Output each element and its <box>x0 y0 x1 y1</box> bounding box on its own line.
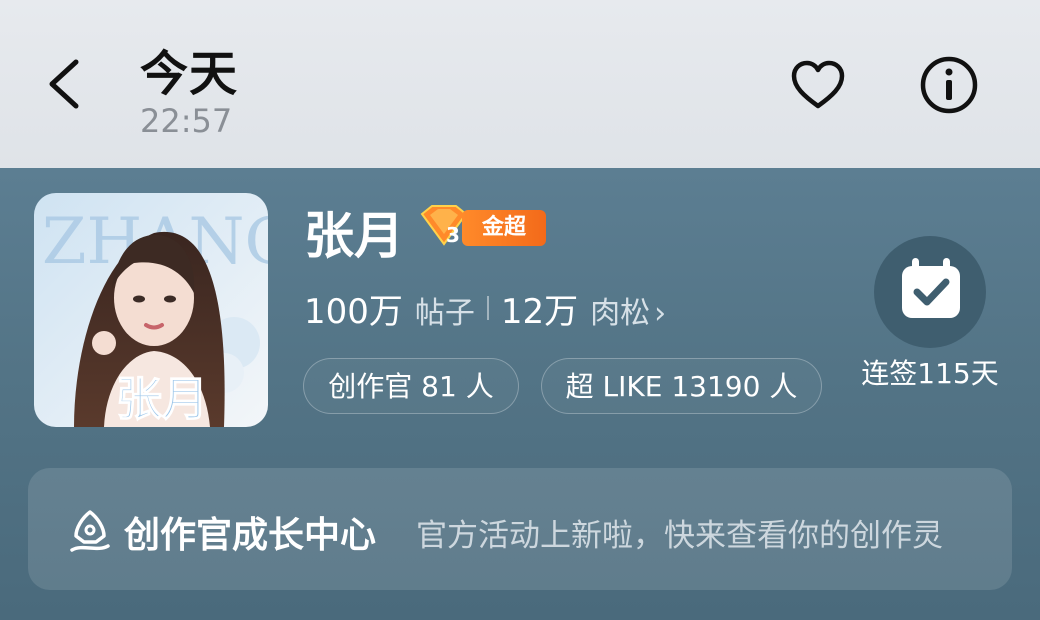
creator-center-title: 创作官成长中心 <box>124 515 377 556</box>
level-number: 3 <box>446 223 460 247</box>
super-like-chip[interactable]: 超 LIKE 13190 人 <box>541 358 822 414</box>
posts-label: 帖子 <box>414 296 475 331</box>
chevron-left-icon <box>49 59 79 109</box>
level-label: 金超 <box>462 210 546 246</box>
page-subtitle-time: 22:57 <box>140 102 233 140</box>
checkin-button[interactable] <box>874 236 986 348</box>
heart-icon <box>791 60 845 109</box>
pen-icon <box>70 510 110 552</box>
posts-count: 100万 <box>304 292 403 332</box>
info-icon <box>920 56 978 114</box>
calendar-check-icon <box>902 258 960 318</box>
favorite-button[interactable] <box>788 56 848 116</box>
creators-chip[interactable]: 创作官 81 人 <box>303 358 519 414</box>
creator-center-banner[interactable]: 创作官成长中心 官方活动上新啦，快来查看你的创作灵 <box>28 468 1012 590</box>
page-title: 今天 <box>140 46 239 102</box>
forum-cover-image[interactable]: ZHANG 张月 <box>34 193 268 427</box>
followers-label: 肉松 <box>590 296 651 331</box>
creator-center-description: 官方活动上新啦，快来查看你的创作灵 <box>416 518 943 554</box>
back-button[interactable] <box>42 52 90 116</box>
followers-count: 12万 <box>500 292 579 332</box>
level-badge[interactable]: 3 金超 <box>418 204 552 250</box>
chevron-right-icon: › <box>654 296 667 331</box>
cover-name-text: 张月 <box>116 372 208 426</box>
forum-info-panel: ZHANG 张月 张月 3 金超 100万 帖子 12万 肉松 › 创作官 <box>0 168 1040 620</box>
stats-divider <box>486 296 489 320</box>
forum-stats[interactable]: 100万 帖子 12万 肉松 › <box>304 284 666 332</box>
top-bar: 今天 22:57 <box>0 0 1040 168</box>
checkin-streak-label: 连签115天 <box>861 357 999 390</box>
info-button[interactable] <box>918 54 980 116</box>
cover-photo: ZHANG 张月 <box>34 193 268 427</box>
forum-name: 张月 <box>304 207 404 265</box>
